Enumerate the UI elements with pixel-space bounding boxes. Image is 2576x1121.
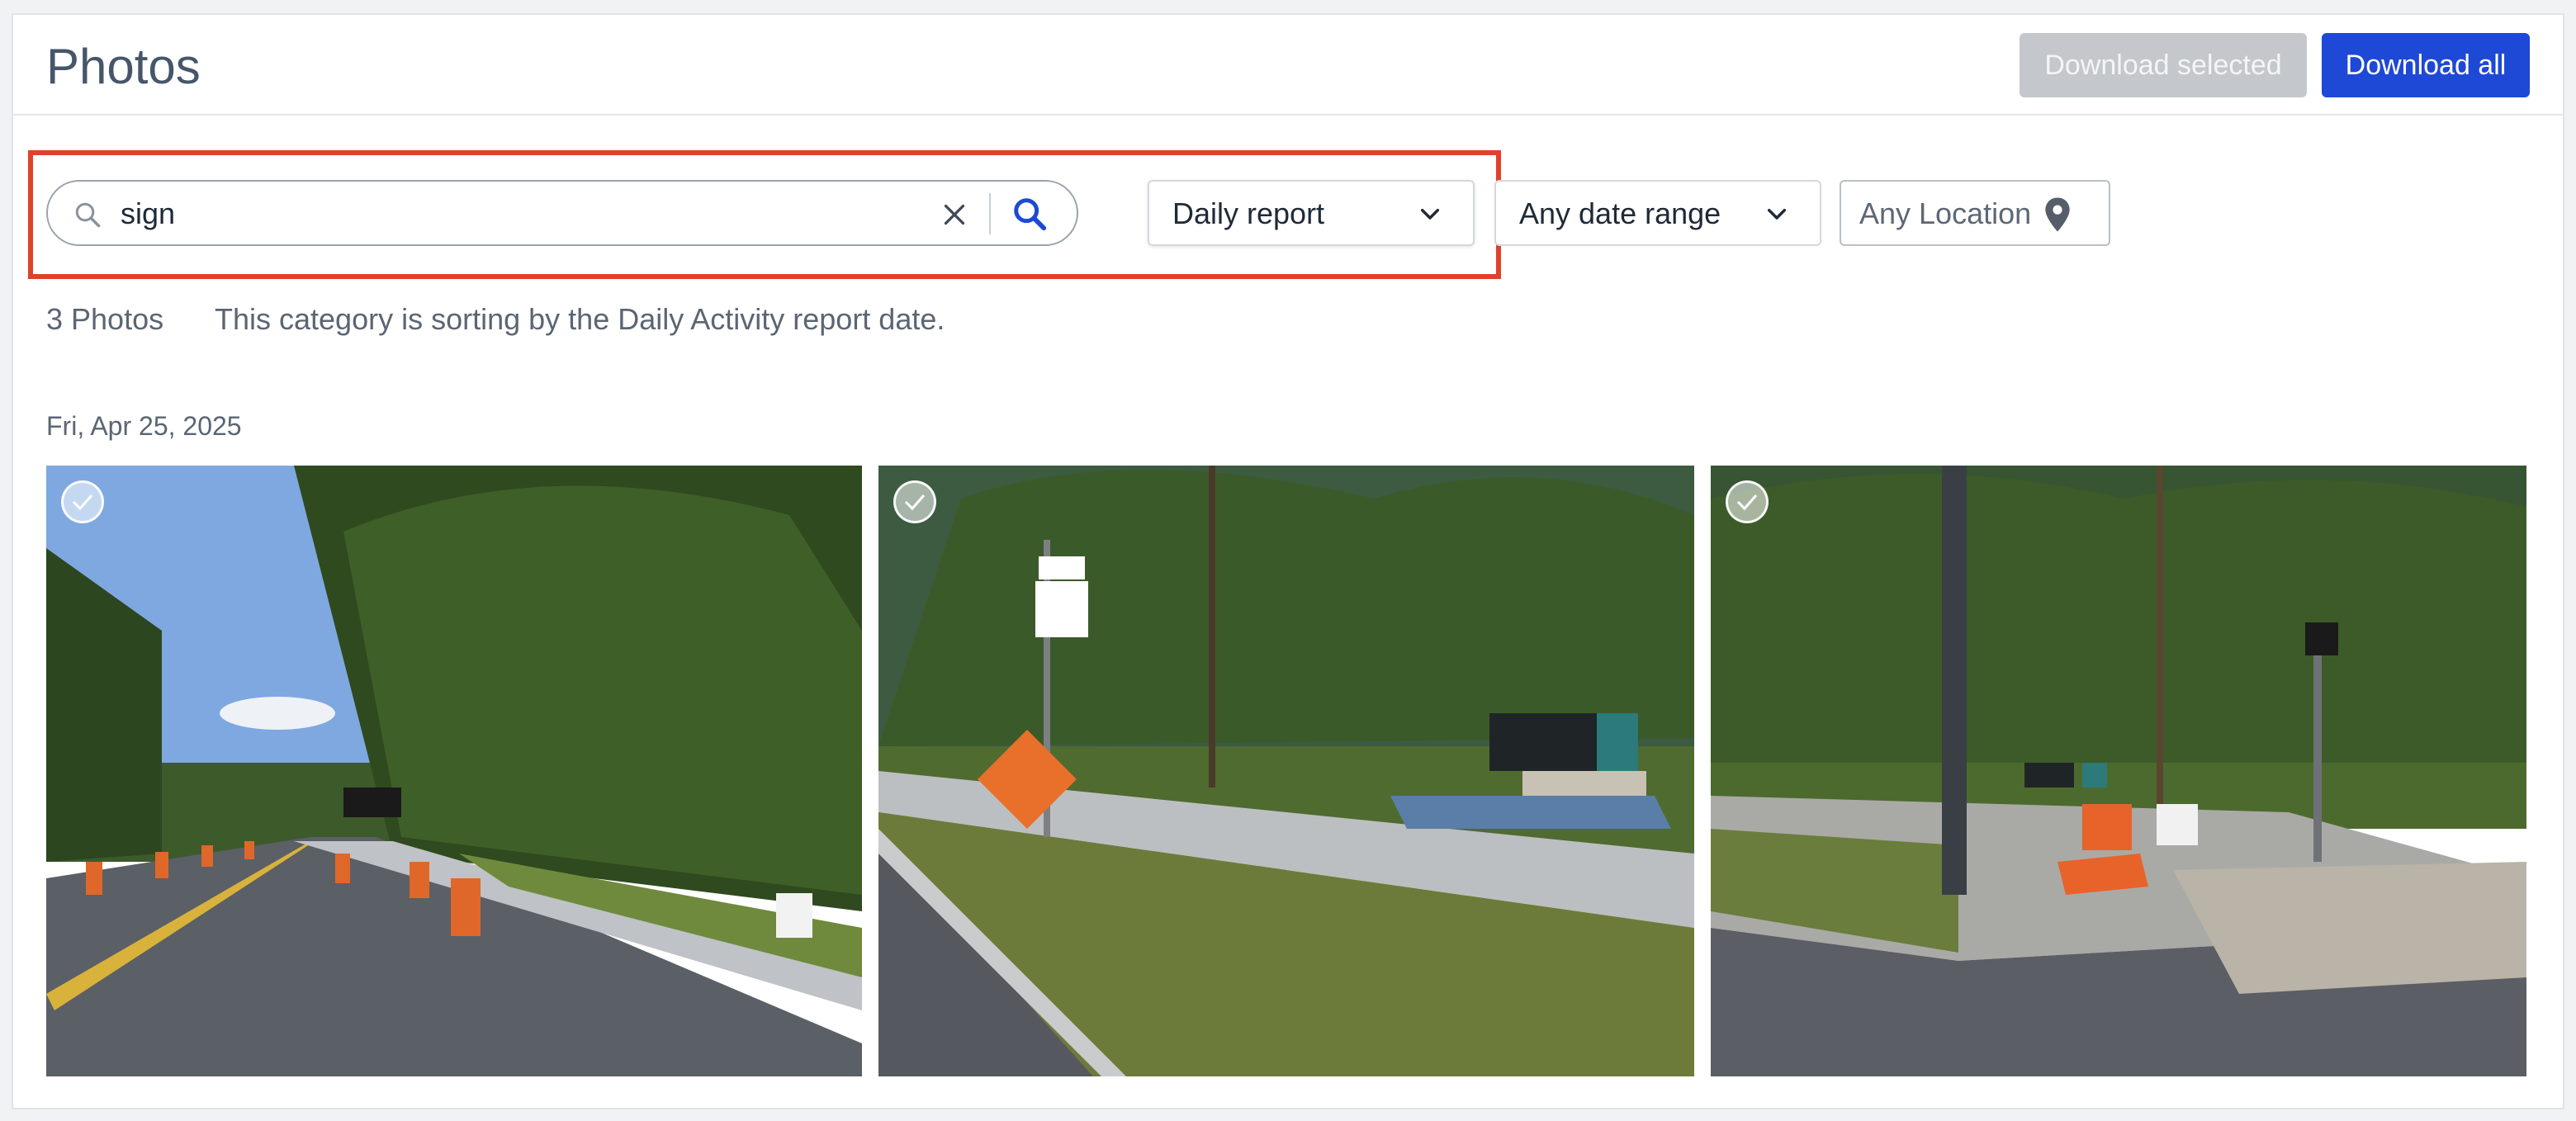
roadwork-cones-photo xyxy=(46,466,862,1076)
sort-note: This category is sorting by the Daily Ac… xyxy=(215,302,945,336)
photo-count: 3 Photos xyxy=(46,302,164,336)
date-range-select[interactable]: Any date range xyxy=(1494,180,1821,246)
road-work-ahead-sign-photo xyxy=(878,466,1694,1076)
detour-sign-photo xyxy=(1711,466,2526,1076)
page-header: Photos Download selected Download all xyxy=(13,15,2563,116)
check-icon xyxy=(72,494,93,511)
search-submit-icon[interactable] xyxy=(1011,195,1049,233)
date-range-select-label: Any date range xyxy=(1519,196,1721,230)
search-value[interactable]: sign xyxy=(121,196,175,231)
location-select-label: Any Location xyxy=(1859,196,2032,230)
select-photo-checkbox[interactable] xyxy=(61,480,104,523)
category-select-label: Daily report xyxy=(1172,196,1325,230)
download-all-button[interactable]: Download all xyxy=(2322,33,2530,97)
page-title: Photos xyxy=(46,39,201,94)
location-select[interactable]: Any Location xyxy=(1840,180,2110,246)
close-icon[interactable] xyxy=(940,200,969,229)
category-select[interactable]: Daily report xyxy=(1148,180,1475,246)
search-input[interactable]: sign xyxy=(46,180,1078,246)
search-divider xyxy=(989,193,991,234)
photos-panel: Photos Download selected Download all si… xyxy=(12,13,2564,1109)
select-photo-checkbox[interactable] xyxy=(1726,480,1769,523)
chevron-down-icon xyxy=(1420,208,1440,220)
check-icon xyxy=(1736,494,1758,511)
map-pin-icon xyxy=(2045,197,2070,232)
chevron-down-icon xyxy=(1767,208,1787,220)
photo-thumbnail[interactable] xyxy=(46,466,862,1076)
search-icon xyxy=(75,202,101,228)
check-icon xyxy=(904,494,926,511)
download-selected-button[interactable]: Download selected xyxy=(2020,33,2307,97)
select-photo-checkbox[interactable] xyxy=(893,480,936,523)
photo-thumbnail[interactable] xyxy=(878,466,1694,1076)
photo-thumbnail[interactable] xyxy=(1711,466,2526,1076)
date-group-heading: Fri, Apr 25, 2025 xyxy=(46,411,242,441)
